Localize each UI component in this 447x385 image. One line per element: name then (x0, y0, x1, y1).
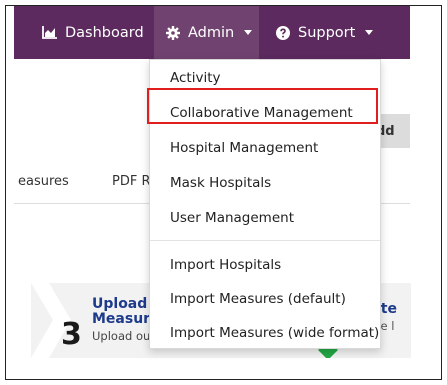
chevron-down-icon (365, 30, 374, 35)
menu-item-import-measures-wide[interactable]: Import Measures (wide format) (150, 316, 380, 350)
step-subtitle: Upload ou (92, 329, 151, 343)
nav-dashboard-label: Dashboard (65, 24, 144, 41)
nav-dashboard[interactable]: Dashboard (42, 6, 144, 59)
menu-item-import-hospitals[interactable]: Import Hospitals (150, 248, 380, 282)
menu-divider (150, 240, 380, 241)
highlight-box (147, 88, 378, 124)
area-chart-icon (42, 26, 57, 39)
step-number: 3 (61, 317, 82, 352)
nav-admin-label: Admin (188, 24, 235, 41)
menu-item-user-management[interactable]: User Management (150, 201, 380, 235)
chevron-down-icon (244, 30, 253, 35)
menu-item-import-measures-default[interactable]: Import Measures (default) (150, 282, 380, 316)
tab-pdf-reports[interactable]: PDF R (112, 174, 151, 189)
tab-measures[interactable]: easures (18, 174, 69, 189)
screenshot-frame: dd easures PDF R 3 Upload F Measure Uplo… (5, 5, 442, 380)
gear-icon (166, 25, 180, 40)
question-circle-icon (276, 25, 290, 40)
nav-support-label: Support (298, 24, 356, 41)
top-navbar: Dashboard Admin Support (14, 6, 410, 59)
menu-item-mask-hospitals[interactable]: Mask Hospitals (150, 166, 380, 200)
nav-support[interactable]: Support (264, 6, 374, 59)
menu-item-hospital-management[interactable]: Hospital Management (150, 131, 380, 165)
nav-admin[interactable]: Admin (154, 6, 259, 59)
